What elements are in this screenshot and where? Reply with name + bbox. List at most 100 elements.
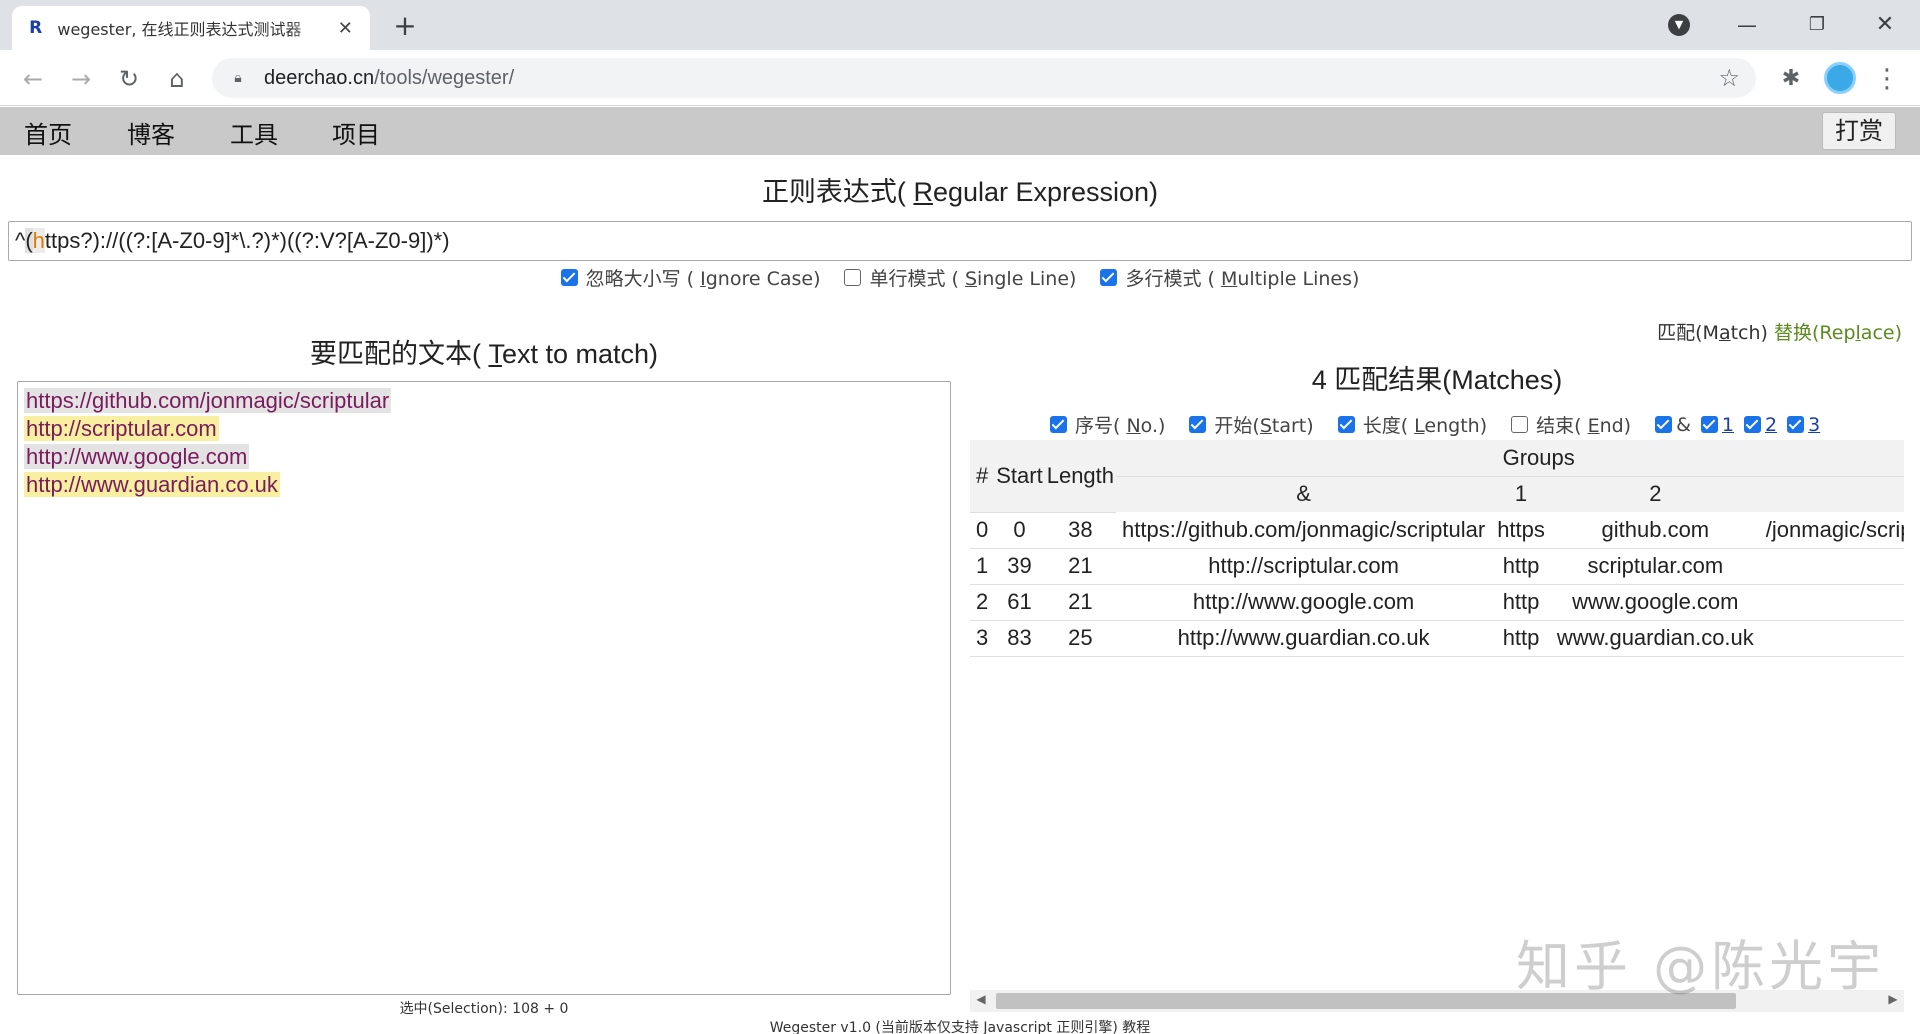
browser-tab[interactable]: R wegester, 在线正则表达式测试器 ✕ [12,6,370,50]
address-bar[interactable]: 🔒︎ deerchao.cn/tools/wegester/ ☆ [212,58,1756,98]
length-checkbox[interactable] [1337,416,1355,433]
group-1-checkbox[interactable] [1700,416,1718,433]
no-checkbox[interactable] [1050,416,1067,433]
cell-match: http://scriptular.com [1116,548,1492,585]
group-option-1[interactable]: 1 [1700,414,1734,436]
browser-tabstrip: R wegester, 在线正则表达式测试器 ✕ + ▼ — ❐ ✕ [0,0,1920,50]
group-all-label: & [1676,413,1691,436]
cell-group-1: http [1491,620,1551,657]
regex-cursor-highlight: h [32,228,45,253]
column-option-start[interactable]: 开始(Start) [1189,411,1314,438]
tab-search-icon[interactable]: ▼ [1668,14,1690,36]
multiple-lines-checkbox[interactable] [1100,269,1118,286]
column-option-no[interactable]: 序号( No.) [1050,411,1165,438]
column-option-end[interactable]: 结束( End) [1511,411,1631,438]
menu-kebab-icon[interactable]: ⋮ [1870,62,1904,96]
nav-home-link[interactable]: 首页 [24,115,72,150]
option-single-line[interactable]: 单行模式 ( Single Line) [844,264,1076,291]
end-checkbox[interactable] [1511,416,1529,433]
cell-no: 1 [970,548,995,585]
regex-options: 忽略大小写 ( Ignore Case) 单行模式 ( Single Line)… [0,264,1920,291]
results-table: # Start Length Groups & 1 2 0 0 38 https… [970,440,1904,657]
text-line: https://github.com/jonmagic/scriptular [24,387,944,415]
header-group-3 [1759,476,1904,512]
nav-projects-link[interactable]: 项目 [332,115,380,150]
single-line-checkbox[interactable] [844,269,862,286]
cell-no: 2 [970,584,995,621]
url-host: deerchao.cn [264,66,375,89]
results-table-container[interactable]: # Start Length Groups & 1 2 0 0 38 https… [970,440,1904,980]
new-tab-button[interactable]: + [388,10,422,44]
regex-title-accesskey: R [913,177,933,207]
page-footer: Wegester v1.0 (当前版本仅支持 Javascript 正则引擎) … [769,1020,1151,1034]
cell-length: 25 [1044,620,1117,657]
regex-title-prefix: 正则表达式( [761,177,914,207]
cell-group-3: /jonmagic/scriptular [1759,512,1904,549]
column-option-length[interactable]: 长度( Length) [1337,411,1488,438]
length-label: 长度( Length) [1362,415,1488,437]
ignore-case-checkbox[interactable] [560,269,578,286]
group-2-label: 2 [1765,413,1778,436]
cell-length: 21 [1044,584,1117,621]
forward-arrow-icon[interactable]: → [64,62,98,96]
option-multiple-lines[interactable]: 多行模式 ( Multiple Lines) [1100,264,1359,291]
nav-tools-link[interactable]: 工具 [230,115,278,150]
cell-start: 0 [994,512,1045,549]
end-label: 结束( End) [1536,415,1632,437]
site-favicon-icon: R [29,18,43,38]
home-icon[interactable]: ⌂ [160,62,194,96]
cell-match: http://www.guardian.co.uk [1116,620,1492,657]
group-option-2[interactable]: 2 [1744,414,1777,436]
group-3-checkbox[interactable] [1787,416,1805,433]
cell-group-3 [1759,620,1904,657]
group-option-3[interactable]: 3 [1787,414,1820,436]
text-to-match-area[interactable]: https://github.com/jonmagic/scriptular h… [17,381,951,995]
header-no: # [970,440,995,513]
bookmark-star-icon[interactable]: ☆ [1718,64,1740,92]
group-2-checkbox[interactable] [1744,416,1762,433]
match-mode-link[interactable]: 匹配(Match) [1657,322,1768,344]
mode-switch: 匹配(Match) 替换(Replace) [1657,318,1902,345]
group-option-all[interactable]: & [1655,414,1691,436]
lock-icon: 🔒︎ [234,70,242,86]
match-highlight: http://www.guardian.co.uk [24,472,280,497]
reload-icon[interactable]: ↻ [112,62,146,96]
back-arrow-icon[interactable]: ← [16,62,50,96]
scroll-left-arrow-icon[interactable]: ◀ [972,992,990,1006]
match-highlight: https://github.com/jonmagic/scriptular [24,388,392,413]
option-ignore-case[interactable]: 忽略大小写 ( Ignore Case) [560,264,820,291]
no-label: 序号( No.) [1075,415,1166,437]
group-all-checkbox[interactable] [1655,416,1673,433]
regex-input[interactable]: ^(https?)://((?:[A-Z0-9]*\.?)*)((?:V?[A-… [8,221,1912,261]
header-group-2: 2 [1550,476,1760,512]
column-options: 序号( No.) 开始(Start) 长度( Length) 结束( End) … [1050,411,1824,438]
cell-group-2: github.com [1550,512,1760,549]
regex-paren-highlight: ( [25,228,33,253]
replace-mode-link[interactable]: 替换(Replace) [1774,322,1902,344]
table-row: 1 39 21 http://scriptular.com http scrip… [970,548,1904,585]
tab-close-icon[interactable]: ✕ [335,18,356,39]
header-start: Start [994,440,1045,513]
profile-avatar[interactable] [1824,62,1856,94]
cell-no: 3 [970,620,995,657]
regex-part-anchor: ^ [15,228,26,253]
extensions-puzzle-icon[interactable]: ✱ [1774,62,1808,96]
restore-icon[interactable]: ❐ [1794,8,1840,42]
regex-part-rest: ttps?)://((?:[A-Z0-9]*\.?)*)((?:V?[A-Z0-… [44,228,450,253]
zhihu-watermark: 知乎 @陈光宇 [1516,935,1886,998]
nav-blog-link[interactable]: 博客 [127,115,175,150]
window-close-icon[interactable]: ✕ [1862,8,1908,42]
donate-button[interactable]: 打赏 [1822,112,1896,150]
cell-group-3 [1759,584,1904,621]
cell-group-1: http [1491,584,1551,621]
cell-match: https://github.com/jonmagic/scriptular [1116,512,1492,549]
results-title: 4 匹配结果(Matches) [1311,365,1563,395]
start-label: 开始(Start) [1214,415,1314,437]
start-checkbox[interactable] [1189,416,1207,433]
header-length: Length [1044,440,1117,513]
multiple-lines-label: 多行模式 ( Multiple Lines) [1125,268,1360,290]
tab-title: wegester, 在线正则表达式测试器 [57,20,302,39]
minimize-icon[interactable]: — [1724,8,1770,42]
scroll-right-arrow-icon[interactable]: ▶ [1884,992,1902,1006]
url-text: deerchao.cn/tools/wegester/ [264,67,514,90]
